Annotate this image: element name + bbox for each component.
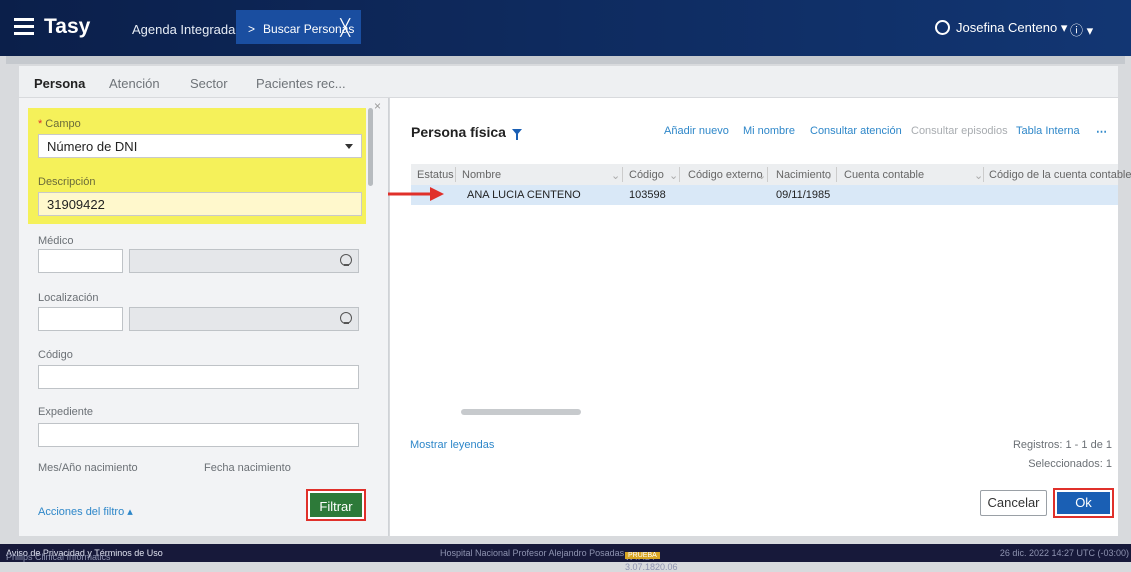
column-divider <box>983 167 984 182</box>
col-nacimiento[interactable]: Nacimiento <box>776 169 831 181</box>
user-name: Josefina Centeno <box>956 20 1058 35</box>
cell-codigo: 103598 <box>629 189 666 201</box>
descripcion-input[interactable]: 31909422 <box>38 192 362 216</box>
filter-icon[interactable] <box>511 129 522 140</box>
footer-company: Philips Clinical Informatics Aviso de Pr… <box>6 548 163 562</box>
localizacion-code-input[interactable] <box>38 307 123 331</box>
search-icon[interactable] <box>340 312 352 324</box>
ok-button[interactable]: Ok <box>1053 488 1114 518</box>
chevron-right-icon: > <box>248 22 256 36</box>
app-logo: Tasy <box>44 15 91 38</box>
mes-anio-label: Mes/Año nacimiento <box>38 462 138 474</box>
tab-atencion[interactable]: Atención <box>109 76 160 91</box>
tabla-interna-link[interactable]: Tabla Interna <box>1016 125 1080 137</box>
sort-icon[interactable]: ⌄ <box>757 169 766 182</box>
highlight-box: * Campo Número de DNI Descripción 3190942… <box>28 108 366 224</box>
footer: Philips Clinical Informatics Aviso de Pr… <box>0 544 1131 572</box>
prueba-badge: PRUEBA <box>625 552 660 559</box>
cell-nombre: ANA LUCIA CENTENO <box>467 189 581 201</box>
user-avatar-icon <box>935 20 950 35</box>
column-divider <box>836 167 837 182</box>
col-estatus[interactable]: Estatus <box>417 169 454 181</box>
sort-icon[interactable]: ⌄ <box>669 169 678 182</box>
col-codigo[interactable]: Código <box>629 169 664 181</box>
consultar-atencion-link[interactable]: Consultar atención <box>810 125 902 137</box>
results-title-text: Persona física <box>411 124 506 140</box>
info-menu-icon[interactable]: ⓘ ▾ <box>1070 20 1093 39</box>
column-divider <box>455 167 456 182</box>
close-icon[interactable]: ╳ <box>340 18 350 38</box>
cell-nacimiento: 09/11/1985 <box>776 189 831 201</box>
footer-company-text: Philips Clinical Informatics <box>6 552 111 562</box>
medico-name-field <box>129 249 359 273</box>
sort-icon[interactable]: ⌄ <box>974 169 983 182</box>
descripcion-label: Descripción <box>38 176 96 188</box>
results-title: Persona física <box>411 124 522 140</box>
tab-bar: Persona Atención Sector Pacientes rec... <box>19 66 1118 101</box>
breadcrumb-agenda[interactable]: Agenda Integrada <box>132 22 235 37</box>
codigo-label: Código <box>38 349 73 361</box>
tab-pacientes-recientes[interactable]: Pacientes rec... <box>256 76 346 91</box>
sort-icon[interactable]: ⌄ <box>824 169 833 182</box>
results-panel: Persona física Añadir nuevo Mi nombre Co… <box>390 98 1131 536</box>
more-actions-icon[interactable]: ⋯ <box>1096 125 1107 138</box>
chevron-down-icon <box>345 144 353 149</box>
campo-select[interactable]: Número de DNI <box>38 134 362 158</box>
filtrar-button[interactable]: Filtrar <box>306 489 366 521</box>
close-panel-icon[interactable]: × <box>374 99 381 113</box>
column-divider <box>767 167 768 182</box>
localizacion-label: Localización <box>38 292 99 304</box>
required-mark: * <box>38 118 43 130</box>
filter-panel: × * Campo Número de DNI Descripción 31909… <box>19 98 389 536</box>
menu-icon[interactable] <box>14 18 34 35</box>
seleccionados-count: Seleccionados: 1 <box>1028 458 1112 470</box>
user-caret-icon: ▾ <box>1060 20 1068 35</box>
table-row[interactable]: ANA LUCIA CENTENO 103598 09/11/1985 <box>411 185 1118 205</box>
medico-code-input[interactable] <box>38 249 123 273</box>
consultar-episodios-link[interactable]: Consultar episodios <box>911 125 1008 137</box>
footer-hospital: Hospital Nacional Profesor Alejandro Pos… <box>440 548 625 558</box>
footer-datetime: 26 dic. 2022 14:27 UTC (-03:00) <box>999 548 1129 558</box>
col-codigo-cuenta[interactable]: Código de la cuenta contable <box>989 169 1131 181</box>
campo-label-text: Campo <box>45 118 81 130</box>
expediente-label: Expediente <box>38 406 94 418</box>
user-menu[interactable]: Josefina Centeno ▾ <box>935 20 1067 36</box>
cancel-button[interactable]: Cancelar <box>980 490 1047 516</box>
codigo-input[interactable] <box>38 365 359 389</box>
localizacion-name-field <box>129 307 359 331</box>
tab-sector[interactable]: Sector <box>190 76 228 91</box>
scrollbar[interactable] <box>368 108 373 186</box>
anadir-nuevo-link[interactable]: Añadir nuevo <box>664 125 729 137</box>
search-icon[interactable] <box>340 254 352 266</box>
acciones-filtro-link[interactable]: Acciones del filtro ▴ <box>38 505 133 518</box>
top-bar: Tasy Agenda Integrada > Buscar Personas ╳… <box>0 0 1131 56</box>
horizontal-scrollbar[interactable] <box>461 409 581 415</box>
tab-buscar-personas[interactable]: > Buscar Personas ╳ <box>236 10 361 44</box>
separator <box>6 56 1125 64</box>
table-header: Estatus Nombre ⌄ Código ⌄ Código externo… <box>411 164 1131 185</box>
col-codigo-externo[interactable]: Código externo <box>688 169 763 181</box>
annotation-arrow-icon <box>388 187 444 201</box>
col-cuenta-contable[interactable]: Cuenta contable <box>844 169 924 181</box>
mostrar-leyendas-link[interactable]: Mostrar leyendas <box>410 439 494 451</box>
ok-button-label: Ok <box>1057 492 1110 514</box>
campo-label: * Campo <box>38 118 81 130</box>
medico-label: Médico <box>38 235 74 247</box>
campo-select-value: Número de DNI <box>47 139 138 154</box>
sort-icon[interactable]: ⌄ <box>611 169 620 182</box>
mi-nombre-link[interactable]: Mi nombre <box>743 125 795 137</box>
column-divider <box>622 167 623 182</box>
column-divider <box>679 167 680 182</box>
registros-count: Registros: 1 - 1 de 1 <box>1012 439 1112 451</box>
expediente-input[interactable] <box>38 423 359 447</box>
col-nombre[interactable]: Nombre <box>462 169 501 181</box>
fecha-nacimiento-label: Fecha nacimiento <box>204 462 291 474</box>
